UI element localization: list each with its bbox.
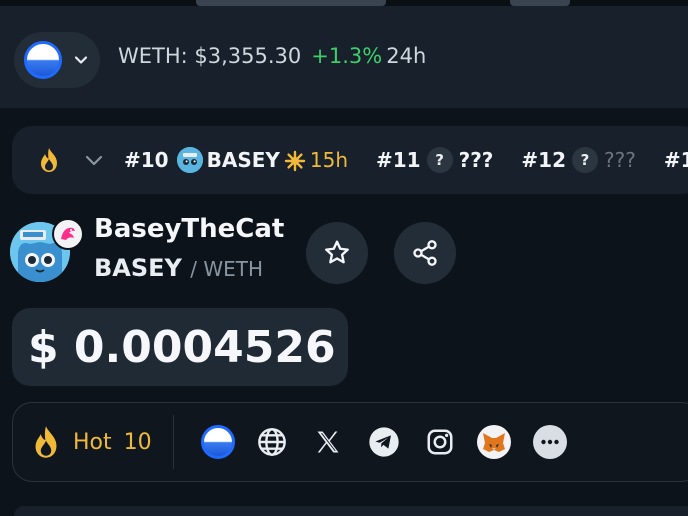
dex-badge-icon	[52, 218, 84, 250]
favorite-button[interactable]	[306, 222, 368, 284]
token-pair: BASEY / WETH	[94, 254, 263, 282]
token-symbol: BASEY	[94, 254, 182, 282]
divider	[173, 415, 174, 469]
share-button[interactable]	[394, 222, 456, 284]
base-icon[interactable]	[201, 425, 235, 459]
price-change: +1.3%	[311, 44, 383, 68]
hot-label: Hot	[73, 429, 112, 455]
ticker-rank: #12	[521, 148, 566, 172]
token-avatar-small	[176, 147, 203, 173]
metamask-icon[interactable]	[477, 425, 511, 459]
quote-symbol: / WETH	[190, 257, 264, 281]
next-panel-edge	[14, 506, 688, 516]
ticker-rank: #11	[376, 148, 421, 172]
ticker-rank: #13	[663, 148, 688, 172]
token-name: BaseyTheCat	[94, 214, 285, 244]
chevron-down-icon[interactable]	[84, 150, 104, 170]
weth-price: WETH: $3,355.30 +1.3% 24h	[118, 44, 426, 68]
unknown-token-icon: ?	[572, 147, 598, 173]
instagram-icon[interactable]	[423, 425, 457, 459]
base-chain-icon	[24, 41, 62, 79]
chain-selector-button[interactable]	[14, 32, 100, 88]
telegram-icon[interactable]	[367, 425, 401, 459]
hot-count: 10	[123, 429, 152, 455]
ticker-name: ???	[458, 148, 494, 172]
ticker-time: 15h	[309, 148, 348, 172]
fire-icon	[35, 426, 57, 458]
pair-price-label: WETH: $3,355.30	[118, 44, 302, 68]
ticker-name: BASEY	[206, 148, 280, 172]
token-price-box: $ 0.0004526	[12, 308, 348, 386]
chevron-down-icon	[74, 56, 88, 64]
globe-icon[interactable]	[255, 425, 289, 459]
header-bar: WETH: $3,355.30 +1.3% 24h	[0, 6, 688, 108]
ticker-name: ???	[604, 148, 636, 172]
more-icon[interactable]	[533, 425, 567, 459]
star-icon	[325, 240, 349, 264]
unknown-token-icon: ?	[426, 147, 453, 173]
ticker-item[interactable]: #13	[664, 148, 688, 172]
fire-icon	[41, 148, 57, 172]
trending-ticker: #10 BASEY 15h #11 ? ??? #12 ? ??? #13	[12, 126, 688, 194]
ticker-rank: #10	[124, 148, 169, 172]
ticker-item[interactable]: #10 BASEY 15h	[124, 147, 348, 173]
ticker-item[interactable]: #12 ? ???	[521, 147, 636, 173]
price-period: 24h	[386, 44, 427, 68]
links-bar: Hot 10	[12, 402, 688, 482]
x-icon[interactable]	[311, 425, 345, 459]
token-price: $ 0.0004526	[28, 321, 336, 373]
ticker-item[interactable]: #11 ? ???	[376, 147, 493, 173]
hot-indicator[interactable]: Hot 10	[29, 403, 152, 481]
share-icon	[413, 240, 437, 266]
sparkle-icon	[284, 148, 306, 173]
